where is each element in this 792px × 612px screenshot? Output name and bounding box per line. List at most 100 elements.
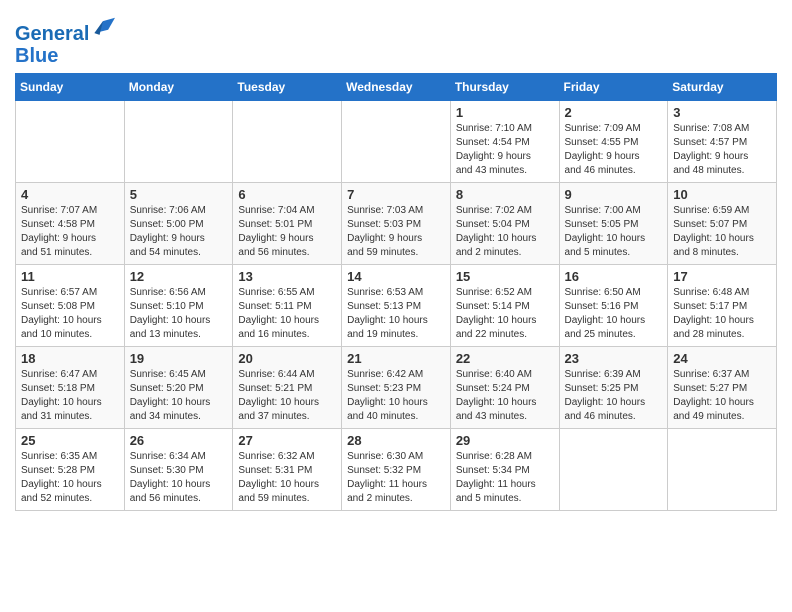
day-number: 6 [238,187,336,202]
day-cell [559,429,668,511]
day-cell: 11Sunrise: 6:57 AM Sunset: 5:08 PM Dayli… [16,265,125,347]
day-number: 16 [565,269,663,284]
day-detail: Sunrise: 6:53 AM Sunset: 5:13 PM Dayligh… [347,286,445,342]
day-detail: Sunrise: 6:47 AM Sunset: 5:18 PM Dayligh… [21,368,119,424]
day-detail: Sunrise: 7:10 AM Sunset: 4:54 PM Dayligh… [456,122,554,178]
day-detail: Sunrise: 6:30 AM Sunset: 5:32 PM Dayligh… [347,450,445,506]
day-cell: 9 Sunrise: 7:00 AM Sunset: 5:05 PM Daylig… [559,183,668,265]
day-number: 4 [21,187,119,202]
day-number: 27 [238,433,336,448]
logo-bird-icon [91,16,115,40]
day-number: 22 [456,351,554,366]
day-detail: Sunrise: 6:44 AM Sunset: 5:21 PM Dayligh… [238,368,336,424]
day-detail: Sunrise: 6:28 AM Sunset: 5:34 PM Dayligh… [456,450,554,506]
day-cell: 23 Sunrise: 6:39 AM Sunset: 5:25 PM Dayli… [559,347,668,429]
day-cell: 16 Sunrise: 6:50 AM Sunset: 5:16 PM Dayli… [559,265,668,347]
calendar-body: 1 Sunrise: 7:10 AM Sunset: 4:54 PM Daylig… [16,101,777,511]
header-wednesday: Wednesday [342,74,451,101]
day-detail: Sunrise: 6:56 AM Sunset: 5:10 PM Dayligh… [130,286,228,342]
day-cell: 8 Sunrise: 7:02 AM Sunset: 5:04 PM Daylig… [450,183,559,265]
day-detail: Sunrise: 7:07 AM Sunset: 4:58 PM Dayligh… [21,204,119,260]
calendar-header: SundayMondayTuesdayWednesdayThursdayFrid… [16,74,777,101]
day-detail: Sunrise: 6:42 AM Sunset: 5:23 PM Dayligh… [347,368,445,424]
day-cell: 22 Sunrise: 6:40 AM Sunset: 5:24 PM Dayli… [450,347,559,429]
day-cell: 26 Sunrise: 6:34 AM Sunset: 5:30 PM Dayli… [124,429,233,511]
day-detail: Sunrise: 6:32 AM Sunset: 5:31 PM Dayligh… [238,450,336,506]
day-detail: Sunrise: 7:06 AM Sunset: 5:00 PM Dayligh… [130,204,228,260]
page-header: General Blue [15,10,777,67]
week-row-4: 18 Sunrise: 6:47 AM Sunset: 5:18 PM Dayli… [16,347,777,429]
day-detail: Sunrise: 6:48 AM Sunset: 5:17 PM Dayligh… [673,286,771,342]
day-number: 24 [673,351,771,366]
header-thursday: Thursday [450,74,559,101]
day-detail: Sunrise: 6:45 AM Sunset: 5:20 PM Dayligh… [130,368,228,424]
day-detail: Sunrise: 6:37 AM Sunset: 5:27 PM Dayligh… [673,368,771,424]
day-detail: Sunrise: 6:55 AM Sunset: 5:11 PM Dayligh… [238,286,336,342]
day-number: 28 [347,433,445,448]
day-detail: Sunrise: 6:40 AM Sunset: 5:24 PM Dayligh… [456,368,554,424]
day-cell: 3Sunrise: 7:08 AM Sunset: 4:57 PM Daylig… [668,101,777,183]
day-number: 18 [21,351,119,366]
day-number: 12 [130,269,228,284]
day-number: 15 [456,269,554,284]
header-tuesday: Tuesday [233,74,342,101]
day-cell: 27 Sunrise: 6:32 AM Sunset: 5:31 PM Dayli… [233,429,342,511]
header-sunday: Sunday [16,74,125,101]
day-detail: Sunrise: 6:35 AM Sunset: 5:28 PM Dayligh… [21,450,119,506]
day-cell: 24 Sunrise: 6:37 AM Sunset: 5:27 PM Dayli… [668,347,777,429]
day-detail: Sunrise: 6:59 AM Sunset: 5:07 PM Dayligh… [673,204,771,260]
day-number: 5 [130,187,228,202]
day-number: 10 [673,187,771,202]
day-detail: Sunrise: 6:39 AM Sunset: 5:25 PM Dayligh… [565,368,663,424]
day-detail: Sunrise: 6:52 AM Sunset: 5:14 PM Dayligh… [456,286,554,342]
day-number: 14 [347,269,445,284]
logo: General Blue [15,16,115,67]
day-number: 23 [565,351,663,366]
day-cell: 2 Sunrise: 7:09 AM Sunset: 4:55 PM Daylig… [559,101,668,183]
day-cell: 4 Sunrise: 7:07 AM Sunset: 4:58 PM Daylig… [16,183,125,265]
day-number: 25 [21,433,119,448]
day-cell: 10 Sunrise: 6:59 AM Sunset: 5:07 PM Dayli… [668,183,777,265]
day-cell: 25 Sunrise: 6:35 AM Sunset: 5:28 PM Dayli… [16,429,125,511]
day-number: 11 [21,269,119,284]
day-number: 26 [130,433,228,448]
day-cell: 12 Sunrise: 6:56 AM Sunset: 5:10 PM Dayli… [124,265,233,347]
day-cell: 20Sunrise: 6:44 AM Sunset: 5:21 PM Dayli… [233,347,342,429]
day-detail: Sunrise: 7:00 AM Sunset: 5:05 PM Dayligh… [565,204,663,260]
day-detail: Sunrise: 7:09 AM Sunset: 4:55 PM Dayligh… [565,122,663,178]
day-number: 3 [673,105,771,120]
day-number: 17 [673,269,771,284]
logo-line2: Blue [15,45,58,67]
day-detail: Sunrise: 7:02 AM Sunset: 5:04 PM Dayligh… [456,204,554,260]
day-cell: 29 Sunrise: 6:28 AM Sunset: 5:34 PM Dayli… [450,429,559,511]
day-detail: Sunrise: 6:50 AM Sunset: 5:16 PM Dayligh… [565,286,663,342]
day-cell: 7Sunrise: 7:03 AM Sunset: 5:03 PM Daylig… [342,183,451,265]
day-number: 2 [565,105,663,120]
day-number: 1 [456,105,554,120]
week-row-1: 1 Sunrise: 7:10 AM Sunset: 4:54 PM Daylig… [16,101,777,183]
day-cell: 5 Sunrise: 7:06 AM Sunset: 5:00 PM Daylig… [124,183,233,265]
logo-text: General Blue [15,16,115,67]
day-cell: 18 Sunrise: 6:47 AM Sunset: 5:18 PM Dayli… [16,347,125,429]
week-row-5: 25 Sunrise: 6:35 AM Sunset: 5:28 PM Dayli… [16,429,777,511]
day-cell [124,101,233,183]
day-cell: 14 Sunrise: 6:53 AM Sunset: 5:13 PM Dayli… [342,265,451,347]
day-cell: 6 Sunrise: 7:04 AM Sunset: 5:01 PM Daylig… [233,183,342,265]
day-cell: 21Sunrise: 6:42 AM Sunset: 5:23 PM Dayli… [342,347,451,429]
calendar-table: SundayMondayTuesdayWednesdayThursdayFrid… [15,73,777,511]
header-row: SundayMondayTuesdayWednesdayThursdayFrid… [16,74,777,101]
day-cell [16,101,125,183]
week-row-2: 4 Sunrise: 7:07 AM Sunset: 4:58 PM Daylig… [16,183,777,265]
day-detail: Sunrise: 6:34 AM Sunset: 5:30 PM Dayligh… [130,450,228,506]
day-cell: 17 Sunrise: 6:48 AM Sunset: 5:17 PM Dayli… [668,265,777,347]
day-number: 9 [565,187,663,202]
day-cell [233,101,342,183]
day-number: 29 [456,433,554,448]
day-cell [668,429,777,511]
day-cell [342,101,451,183]
day-detail: Sunrise: 7:04 AM Sunset: 5:01 PM Dayligh… [238,204,336,260]
header-friday: Friday [559,74,668,101]
day-cell: 28 Sunrise: 6:30 AM Sunset: 5:32 PM Dayli… [342,429,451,511]
day-number: 8 [456,187,554,202]
header-saturday: Saturday [668,74,777,101]
